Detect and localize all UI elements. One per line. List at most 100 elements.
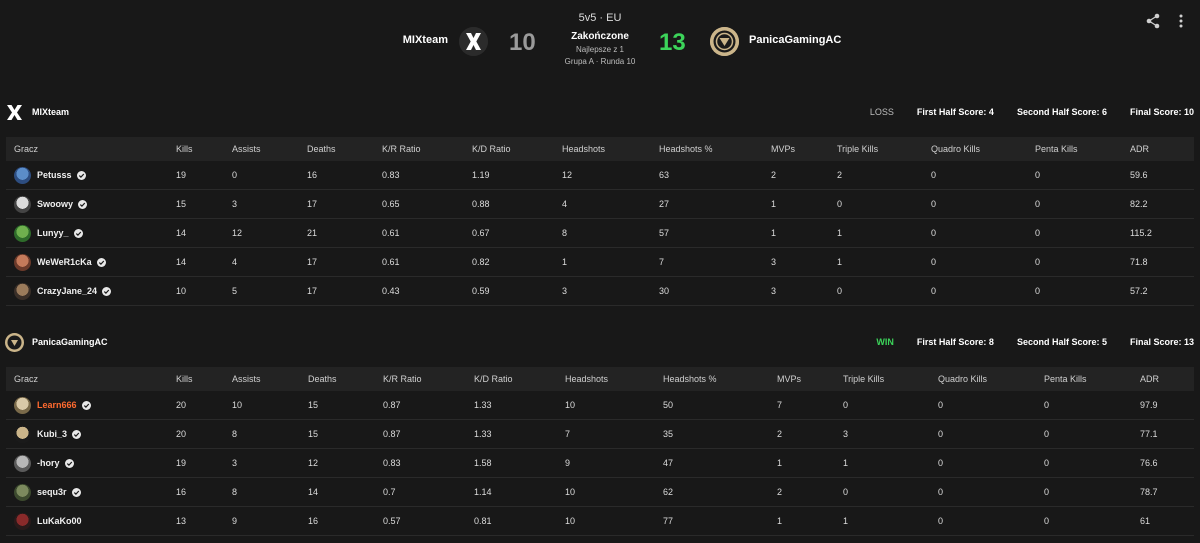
column-header[interactable]: Quadro Kills	[938, 367, 1044, 391]
stat-cell: 16	[308, 506, 383, 536]
verified-check-icon	[73, 228, 83, 238]
player-avatar[interactable]	[14, 166, 31, 184]
column-header[interactable]: Deaths	[307, 137, 382, 161]
column-header[interactable]: ADR	[1140, 367, 1194, 391]
player-name-link[interactable]: LuKaKo00	[37, 516, 82, 526]
share-button[interactable]	[1146, 13, 1160, 32]
column-header[interactable]: K/R Ratio	[383, 367, 474, 391]
player-row: Kubi_3 20 8 15 0.87 1.33 7 35 2 3 0 0 77.1	[6, 419, 1194, 449]
column-header[interactable]: ADR	[1130, 137, 1194, 161]
stat-cell: 12	[308, 448, 383, 478]
team2-section: PanicaGamingAC WIN First Half Score: 8 S…	[0, 328, 1200, 536]
stat-cell: 19	[176, 161, 232, 190]
team2-name-link[interactable]: PanicaGamingAC	[749, 34, 841, 46]
player-name-link[interactable]: Lunyy_	[37, 228, 69, 238]
stat-cell: 10	[232, 391, 308, 420]
player-name-link[interactable]: Kubi_3	[37, 429, 67, 439]
stat-cell: 0	[938, 391, 1044, 420]
stat-cell: 71.8	[1130, 247, 1194, 277]
stat-cell: 82.2	[1130, 189, 1194, 219]
stat-cell: 2	[837, 161, 931, 190]
player-cell: Learn666	[6, 391, 176, 420]
player-avatar[interactable]	[14, 282, 31, 300]
player-name-link[interactable]: Swoowy	[37, 199, 73, 209]
stat-cell: 0.61	[382, 247, 472, 277]
player-avatar[interactable]	[14, 396, 31, 414]
column-header[interactable]: MVPs	[777, 367, 843, 391]
stat-cell: 3	[771, 247, 837, 277]
player-name-link[interactable]: Petusss	[37, 170, 72, 180]
player-avatar[interactable]	[14, 195, 31, 213]
stat-cell: 3	[232, 448, 308, 478]
player-row: -hory 19 3 12 0.83 1.58 9 47 1 1 0 0 76.6	[6, 448, 1194, 478]
player-avatar[interactable]	[14, 483, 31, 501]
stat-cell: 2	[777, 419, 843, 449]
player-row: Learn666 20 10 15 0.87 1.33 10 50 7 0 0 0 97.9	[6, 391, 1194, 420]
stat-cell: 0	[931, 218, 1035, 248]
stat-cell: 3	[562, 276, 659, 306]
player-name-link[interactable]: sequ3r	[37, 487, 67, 497]
more-vertical-icon	[1179, 14, 1183, 28]
column-header[interactable]: K/D Ratio	[472, 137, 562, 161]
player-row: Petusss 19 0 16 0.83 1.19 12 63 2 2 0 0 59.6	[6, 161, 1194, 190]
stat-cell: 97.9	[1140, 391, 1194, 420]
stat-cell: 3	[771, 276, 837, 306]
stat-cell: 8	[232, 419, 308, 449]
player-avatar[interactable]	[14, 224, 31, 242]
column-header[interactable]: K/D Ratio	[474, 367, 565, 391]
stat-cell: 0	[1035, 247, 1130, 277]
column-header[interactable]: Headshots	[565, 367, 663, 391]
player-avatar[interactable]	[14, 512, 31, 530]
column-header[interactable]: K/R Ratio	[382, 137, 472, 161]
player-name-link[interactable]: Learn666	[37, 400, 77, 410]
stat-cell: 30	[659, 276, 771, 306]
player-name-link[interactable]: -hory	[37, 458, 60, 468]
player-avatar[interactable]	[14, 425, 31, 443]
x-logo-icon	[459, 27, 488, 56]
column-header[interactable]: Penta Kills	[1044, 367, 1140, 391]
column-header[interactable]: MVPs	[771, 137, 837, 161]
team1-logo[interactable]	[459, 27, 488, 56]
stat-cell: 0	[931, 189, 1035, 219]
panica-logo-icon	[710, 27, 739, 56]
team1-section: MIXteam LOSS First Half Score: 4 Second …	[0, 98, 1200, 306]
player-avatar[interactable]	[14, 253, 31, 271]
stat-cell: 17	[307, 276, 382, 306]
stat-cell: 1	[777, 506, 843, 536]
stat-cell: 0	[1035, 276, 1130, 306]
column-header[interactable]: Headshots %	[659, 137, 771, 161]
stat-cell: 47	[663, 448, 777, 478]
verified-check-icon	[96, 257, 106, 267]
column-header[interactable]: Kills	[176, 137, 232, 161]
stat-cell: 0.43	[382, 276, 472, 306]
column-header[interactable]: Assists	[232, 137, 307, 161]
team2-logo[interactable]	[710, 27, 739, 56]
column-header[interactable]: Triple Kills	[843, 367, 938, 391]
column-header[interactable]: Triple Kills	[837, 137, 931, 161]
column-header[interactable]: Quadro Kills	[931, 137, 1035, 161]
column-header[interactable]: Gracz	[6, 137, 176, 161]
team2-name[interactable]: PanicaGamingAC	[32, 337, 108, 347]
team1-name-link[interactable]: MIXteam	[403, 34, 448, 46]
column-header[interactable]: Headshots %	[663, 367, 777, 391]
stat-cell: 15	[176, 189, 232, 219]
column-header[interactable]: Gracz	[6, 367, 176, 391]
more-options-button[interactable]	[1178, 14, 1184, 31]
stat-cell: 20	[176, 391, 232, 420]
column-header[interactable]: Kills	[176, 367, 232, 391]
player-avatar[interactable]	[14, 454, 31, 472]
x-logo-icon	[7, 105, 22, 120]
stat-cell: 78.7	[1140, 477, 1194, 507]
verified-check-icon	[71, 487, 81, 497]
player-name-link[interactable]: CrazyJane_24	[37, 286, 97, 296]
column-header[interactable]: Headshots	[562, 137, 659, 161]
stat-cell: 0	[1044, 419, 1140, 449]
column-header[interactable]: Assists	[232, 367, 308, 391]
column-header[interactable]: Deaths	[308, 367, 383, 391]
player-name-link[interactable]: WeWeR1cKa	[37, 257, 92, 267]
stat-cell: 0.88	[472, 189, 562, 219]
column-header[interactable]: Penta Kills	[1035, 137, 1130, 161]
team1-name[interactable]: MIXteam	[32, 107, 69, 117]
team2-second-half: Second Half Score: 5	[1016, 337, 1107, 347]
stat-cell: 13	[176, 506, 232, 536]
